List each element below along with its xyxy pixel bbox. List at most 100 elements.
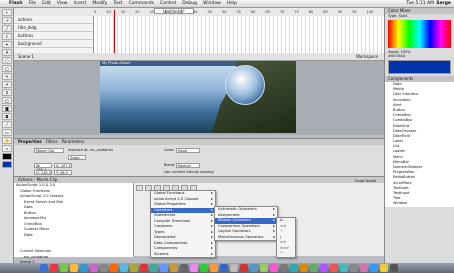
dock-app-icon[interactable]	[210, 264, 218, 272]
color-select[interactable]: None	[176, 148, 200, 153]
dock-app-icon[interactable]	[120, 264, 128, 272]
layer-row[interactable]: title_bldg	[14, 24, 93, 32]
color-spectrum[interactable]	[388, 20, 451, 48]
dock-app-icon[interactable]	[370, 264, 378, 272]
lasso-tool-icon[interactable]: ℓ	[2, 33, 12, 40]
dock-app-icon[interactable]	[320, 264, 328, 272]
layer-row[interactable]: buttons	[14, 32, 93, 40]
stroke-color-icon[interactable]	[2, 153, 12, 160]
menu-insert[interactable]: Insert	[73, 1, 86, 6]
dock-app-icon[interactable]	[100, 264, 108, 272]
add-item-icon[interactable]	[136, 185, 143, 191]
dock-app-icon[interactable]	[170, 264, 178, 272]
frame-grid[interactable]	[94, 16, 384, 53]
dock-app-icon[interactable]	[110, 264, 118, 272]
blend-select[interactable]: Normal	[176, 163, 200, 168]
dock-app-icon[interactable]	[40, 264, 48, 272]
oval-tool-icon[interactable]: ○	[2, 57, 12, 64]
tab-parameters[interactable]: Parameters	[62, 139, 85, 145]
free-transform-icon[interactable]: ⌗	[2, 89, 12, 96]
width-field[interactable]: W: 196.4	[34, 163, 52, 172]
rectangle-tool-icon[interactable]: □	[2, 65, 12, 72]
workspace-label[interactable]: Workspace	[356, 54, 378, 59]
dock-app-icon[interactable]	[310, 264, 318, 272]
scene-label[interactable]: Scene 1	[18, 54, 34, 59]
dock-app-icon[interactable]	[200, 264, 208, 272]
menu-flash[interactable]: Flash	[9, 1, 23, 6]
fill-color-icon[interactable]	[2, 161, 12, 168]
hand-tool-icon[interactable]: ✋	[2, 137, 12, 144]
menu-control[interactable]: Control	[160, 1, 176, 6]
dock-app-icon[interactable]	[290, 264, 298, 272]
eraser-tool-icon[interactable]: ▭	[2, 129, 12, 136]
selection-tool-icon[interactable]: ↖	[2, 9, 12, 16]
symbol-type-select[interactable]: Movie Clip	[34, 148, 64, 153]
menu-debug[interactable]: Debug	[182, 1, 197, 6]
dock-app-icon[interactable]	[300, 264, 308, 272]
eyedropper-icon[interactable]: ⁄	[2, 121, 12, 128]
menu-modify[interactable]: Modify	[92, 1, 107, 6]
dock-app-icon[interactable]	[230, 264, 238, 272]
dock-app-icon[interactable]	[220, 264, 228, 272]
dock-app-icon[interactable]	[190, 264, 198, 272]
dock-app-icon[interactable]	[250, 264, 258, 272]
menu-file[interactable]: File	[29, 1, 37, 6]
dock-app-icon[interactable]	[240, 264, 248, 272]
layer-row[interactable]: background	[14, 40, 93, 48]
dock-app-icon[interactable]	[180, 264, 188, 272]
dock-app-icon[interactable]	[390, 264, 398, 272]
dock-app-icon[interactable]	[340, 264, 348, 272]
dock-app-icon[interactable]	[150, 264, 158, 272]
menubar-clock[interactable]: Tue 5:11 AM	[406, 1, 434, 6]
pencil-tool-icon[interactable]: ✎	[2, 73, 12, 80]
dock-app-icon[interactable]	[360, 264, 368, 272]
x-field[interactable]: X: 107.5	[54, 163, 72, 168]
globe-button[interactable]	[225, 65, 265, 105]
dock-app-icon[interactable]	[60, 264, 68, 272]
menu-window[interactable]: Window	[203, 1, 221, 6]
dock-app-icon[interactable]	[350, 264, 358, 272]
fill-transform-icon[interactable]: ◫	[2, 97, 12, 104]
stage[interactable]: My Photo Album	[100, 61, 296, 133]
dock-app-icon[interactable]	[380, 264, 388, 272]
component-item[interactable]: Window	[385, 201, 454, 207]
brush-tool-icon[interactable]: ✐	[2, 81, 12, 88]
dock-app-icon[interactable]	[130, 264, 138, 272]
menu-item[interactable]: Miscellaneous Operators ▸	[215, 235, 277, 241]
line-tool-icon[interactable]: ╱	[2, 25, 12, 32]
layer-row[interactable]: actions	[14, 16, 93, 24]
dock-app-icon[interactable]	[280, 264, 288, 272]
dock-app-icon[interactable]	[140, 264, 148, 272]
dock-app-icon[interactable]	[260, 264, 268, 272]
text-tool-icon[interactable]: A	[2, 49, 12, 56]
menu-help[interactable]: Help	[227, 1, 237, 6]
dock-app-icon[interactable]	[70, 264, 78, 272]
menu-view[interactable]: View	[57, 1, 68, 6]
menubar-user[interactable]: Serge	[436, 1, 451, 6]
zoom-tool-icon[interactable]: ⌕	[2, 145, 12, 152]
menu-commands[interactable]: Commands	[128, 1, 153, 6]
menu-text[interactable]: Text	[113, 1, 122, 6]
tab-properties[interactable]: Properties	[18, 139, 42, 145]
dock-app-icon[interactable]	[160, 264, 168, 272]
subselect-tool-icon[interactable]: ↗	[2, 17, 12, 24]
runtime-caching-checkbox[interactable]: Use runtime bitmap caching	[164, 170, 214, 174]
dock-app-icon[interactable]	[80, 264, 88, 272]
fill-type-select[interactable]: Type: Solid	[385, 14, 454, 18]
hex-field[interactable]: #0033AA	[385, 54, 454, 58]
menu-edit[interactable]: Edit	[42, 1, 51, 6]
height-field[interactable]: H: 246.0	[34, 170, 52, 175]
playhead[interactable]	[114, 10, 115, 53]
menu-item[interactable]: Screens ▸	[151, 252, 215, 258]
swap-button[interactable]: Swap...	[68, 155, 86, 160]
dock-app-icon[interactable]	[90, 264, 98, 272]
pen-tool-icon[interactable]: ✒	[2, 41, 12, 48]
ink-bottle-icon[interactable]: ◙	[2, 105, 12, 112]
menu-item[interactable]: ^	[277, 251, 295, 257]
y-field[interactable]: Y: 46.0	[54, 170, 72, 175]
dock-app-icon[interactable]	[330, 264, 338, 272]
dock-app-icon[interactable]	[270, 264, 278, 272]
paint-bucket-icon[interactable]: ◘	[2, 113, 12, 120]
dock-app-icon[interactable]	[50, 264, 58, 272]
tab-filters[interactable]: Filters	[46, 139, 58, 145]
